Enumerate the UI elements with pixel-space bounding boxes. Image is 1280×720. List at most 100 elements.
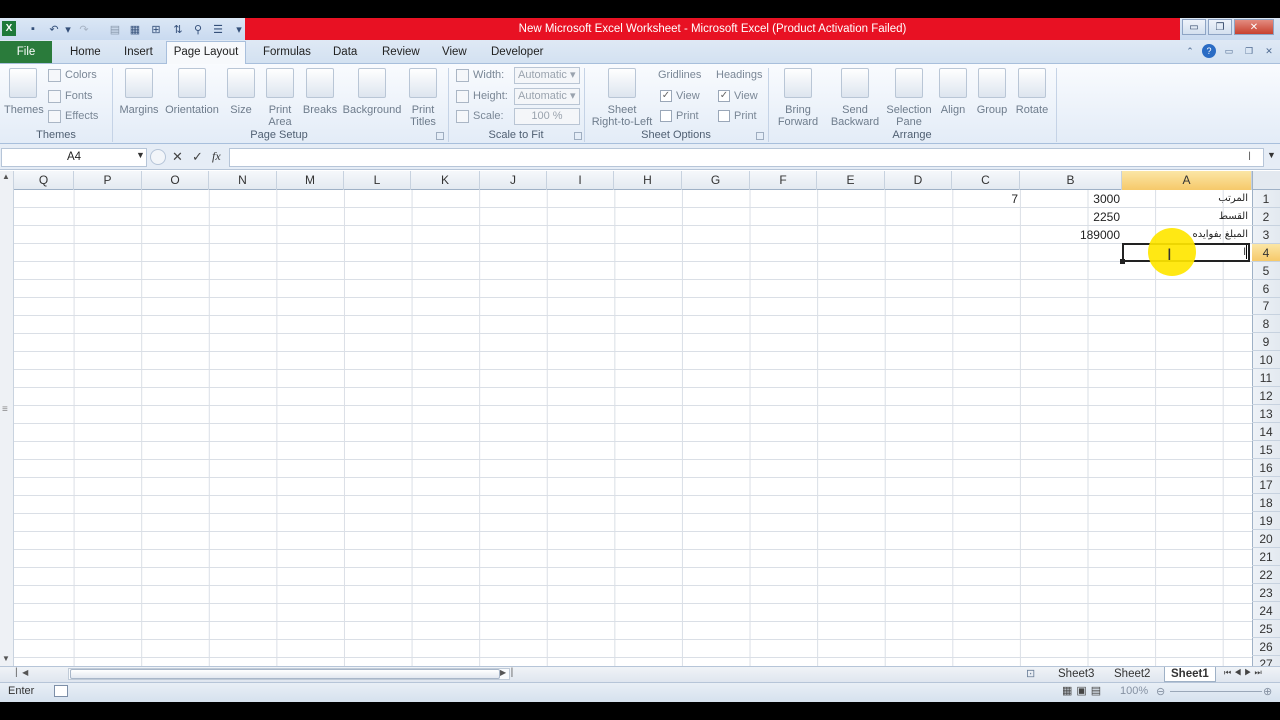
height-select[interactable]: Automatic ▾ — [514, 88, 580, 105]
sheet-tab-sheet1[interactable]: Sheet1 — [1164, 667, 1216, 682]
print-preview-icon[interactable]: ▤ — [107, 21, 123, 37]
column-header-l[interactable]: L — [344, 171, 411, 190]
row-header-11[interactable]: 11 — [1252, 369, 1280, 387]
column-header-q[interactable]: Q — [14, 171, 74, 190]
scale-launcher-icon[interactable] — [574, 132, 582, 140]
fonts-button[interactable]: Fonts — [48, 87, 93, 105]
row-header-12[interactable]: 12 — [1252, 387, 1280, 405]
sheet-tab-sheet3[interactable]: Sheet3 — [1052, 667, 1100, 682]
row-header-24[interactable]: 24 — [1252, 602, 1280, 620]
scroll-up-icon[interactable]: ▲ — [2, 172, 10, 181]
row-header-22[interactable]: 22 — [1252, 566, 1280, 584]
column-header-d[interactable]: D — [885, 171, 952, 190]
row-header-19[interactable]: 19 — [1252, 512, 1280, 531]
headings-print-checkbox[interactable]: Print — [718, 107, 757, 125]
name-box[interactable]: A4 — [1, 148, 147, 167]
tab-view[interactable]: View — [440, 44, 469, 64]
name-box-dropdown-icon[interactable]: ▼ — [136, 150, 145, 160]
cell-b3[interactable]: 189000 — [1020, 226, 1122, 244]
headings-view-checkbox[interactable]: ✓ View — [718, 87, 758, 105]
breaks-button[interactable]: Breaks — [302, 68, 338, 116]
rotate-button[interactable]: Rotate — [1012, 68, 1052, 116]
formula-input[interactable]: ا — [229, 148, 1264, 167]
redo-icon[interactable]: ↷ — [76, 21, 92, 37]
send-backward-button[interactable]: Send Backward — [826, 68, 884, 128]
help-icon[interactable]: ? — [1202, 44, 1216, 58]
margins-button[interactable]: Margins — [118, 68, 160, 116]
group-button[interactable]: Group — [974, 68, 1010, 116]
zoom-in-icon[interactable]: ⊕ — [1263, 685, 1272, 698]
tab-review[interactable]: Review — [380, 44, 422, 64]
undo-dropdown-icon[interactable]: ▾ — [60, 21, 76, 37]
tab-formulas[interactable]: Formulas — [261, 44, 313, 64]
insert-function-button[interactable]: fx — [212, 149, 221, 164]
zoom-slider[interactable] — [1170, 691, 1262, 692]
zoom-out-icon[interactable]: ⊖ — [1156, 685, 1165, 698]
sheet-tab-sheet2[interactable]: Sheet2 — [1108, 667, 1156, 682]
row-header-10[interactable]: 10 — [1252, 351, 1280, 370]
macro-record-icon[interactable] — [54, 685, 68, 697]
bring-forward-button[interactable]: Bring Forward — [772, 68, 824, 128]
cell-grid[interactable] — [14, 190, 1252, 668]
minimize-ribbon-icon[interactable]: ⌃ — [1183, 44, 1197, 58]
workbook-close-icon[interactable]: ✕ — [1262, 44, 1276, 58]
effects-button[interactable]: Effects — [48, 107, 98, 125]
column-header-p[interactable]: P — [74, 171, 142, 190]
column-header-j[interactable]: J — [480, 171, 547, 190]
minimize-button[interactable]: ▭ — [1182, 19, 1206, 35]
row-header-1[interactable]: 1 — [1252, 190, 1280, 208]
confirm-entry-icon[interactable]: ✓ — [192, 149, 203, 165]
filter-icon[interactable]: ⚲ — [190, 21, 206, 37]
scale-stepper[interactable]: 100 % — [514, 108, 580, 125]
row-header-3[interactable]: 3 — [1252, 226, 1280, 244]
tab-page-layout[interactable]: Page Layout — [166, 41, 246, 65]
sheet-nav-icon[interactable]: ⏮◀▶⏭ — [1224, 668, 1265, 678]
row-header-26[interactable]: 26 — [1252, 638, 1280, 656]
cancel-entry-icon[interactable]: ✕ — [172, 149, 183, 165]
column-header-a[interactable]: A — [1122, 171, 1252, 190]
zoom-level[interactable]: 100% — [1120, 685, 1148, 697]
print-titles-button[interactable]: Print Titles — [406, 68, 440, 128]
row-header-20[interactable]: 20 — [1252, 530, 1280, 549]
cell-b1[interactable]: 3000 — [1020, 190, 1122, 208]
vertical-scrollbar[interactable] — [0, 171, 14, 668]
cell-a2[interactable]: القسط — [1122, 208, 1250, 226]
tab-data[interactable]: Data — [331, 44, 359, 64]
save-icon[interactable]: ▪ — [25, 21, 41, 37]
hscroll-split-icon[interactable]: ▏◀ — [16, 668, 28, 677]
row-header-8[interactable]: 8 — [1252, 315, 1280, 334]
gridlines-view-checkbox[interactable]: ✓ View — [660, 87, 700, 105]
column-header-n[interactable]: N — [209, 171, 277, 190]
insert-worksheet-icon[interactable]: ⊡ — [1026, 667, 1035, 680]
workbook-minimize-icon[interactable]: ▭ — [1222, 44, 1236, 58]
split-handle-icon[interactable]: ≡ — [2, 404, 8, 415]
row-header-2[interactable]: 2 — [1252, 208, 1280, 226]
row-header-25[interactable]: 25 — [1252, 620, 1280, 638]
tab-developer[interactable]: Developer — [489, 44, 545, 64]
column-header-e[interactable]: E — [817, 171, 885, 190]
column-header-m[interactable]: M — [277, 171, 344, 190]
gridlines-print-checkbox[interactable]: Print — [660, 107, 699, 125]
scroll-down-icon[interactable]: ▼ — [2, 654, 10, 663]
view-buttons-icon[interactable]: ▦▣▤ — [1062, 684, 1105, 697]
sort-icon[interactable]: ⇅ — [170, 21, 186, 37]
horizontal-scroll-thumb[interactable] — [70, 669, 500, 679]
selection-pane-button[interactable]: Selection Pane — [884, 68, 934, 128]
formula-bar-handle[interactable] — [150, 149, 166, 165]
workbook-restore-icon[interactable]: ❐ — [1242, 44, 1256, 58]
column-header-i[interactable]: I — [547, 171, 614, 190]
tab-insert[interactable]: Insert — [122, 44, 155, 64]
column-header-c[interactable]: C — [952, 171, 1020, 190]
column-header-b[interactable]: B — [1020, 171, 1122, 190]
align-button[interactable]: Align — [936, 68, 970, 116]
borders-icon[interactable]: ▦ — [127, 21, 143, 37]
sheet-right-to-left-button[interactable]: Sheet Right-to-Left — [590, 68, 654, 128]
row-header-23[interactable]: 23 — [1252, 584, 1280, 602]
restore-button[interactable]: ❐ — [1208, 19, 1232, 35]
column-header-h[interactable]: H — [614, 171, 682, 190]
tab-file[interactable]: File — [0, 41, 52, 63]
cell-a1[interactable]: المرتب — [1122, 190, 1250, 208]
row-header-5[interactable]: 5 — [1252, 262, 1280, 280]
size-button[interactable]: Size — [226, 68, 256, 116]
colors-button[interactable]: Colors — [48, 66, 97, 84]
